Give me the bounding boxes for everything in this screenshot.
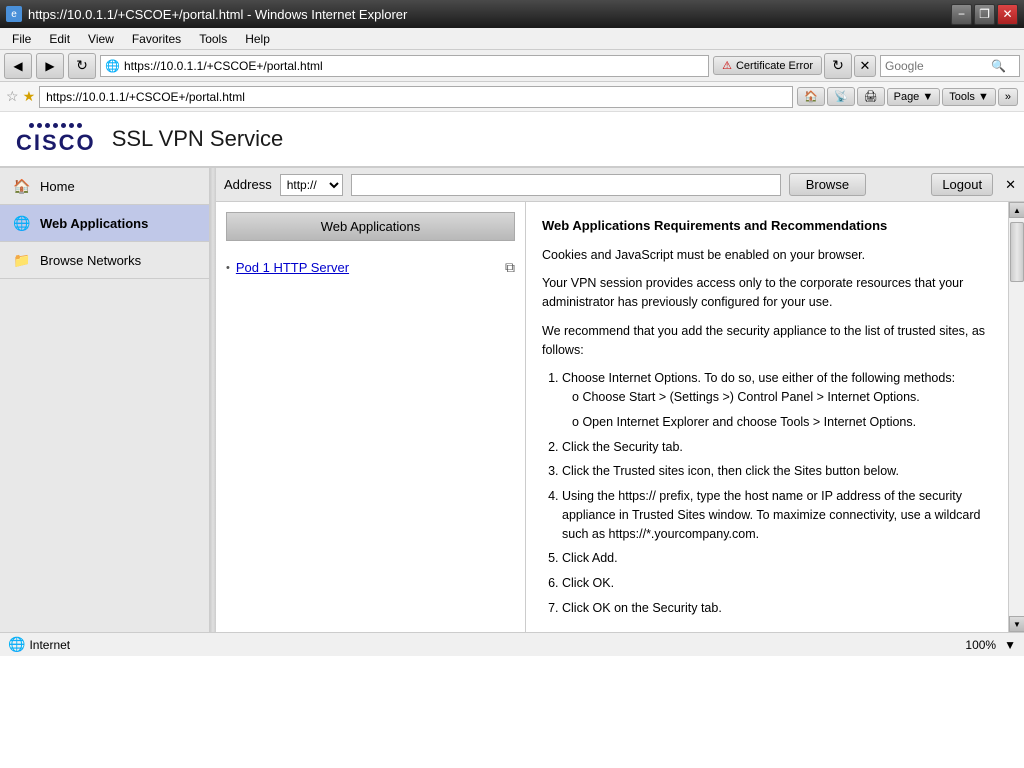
scroll-thumb[interactable] (1010, 222, 1024, 282)
fav-unstarred-icon[interactable]: ☆ (6, 88, 19, 105)
substep-1a: Choose Start > (Settings >) Control Pane… (572, 388, 992, 407)
back-button[interactable]: ◀ (4, 53, 32, 79)
toolbar-address-field (39, 86, 793, 108)
menu-file[interactable]: File (4, 30, 39, 48)
step-5: Click Add. (562, 549, 992, 568)
address-field: 🌐 (100, 55, 709, 77)
address-bar: ◀ ▶ ↻ 🌐 ⚠ Certificate Error ↻ ✕ 🔍 (0, 50, 1024, 82)
browse-networks-icon: 📁 (12, 250, 32, 270)
menu-bar: File Edit View Favorites Tools Help (0, 28, 1024, 50)
logout-close-icon[interactable]: ✕ (1005, 177, 1016, 193)
web-apps-header: Web Applications (226, 212, 515, 241)
title-bar: e https://10.0.1.1/+CSCOE+/portal.html -… (0, 0, 1024, 28)
cert-error-label: Certificate Error (736, 60, 813, 72)
cisco-header: CISCO SSL VPN Service (0, 112, 1024, 168)
scrollbar-area: ▲ ▼ (1008, 202, 1024, 632)
step-3: Click the Trusted sites icon, then click… (562, 462, 992, 481)
minimize-button[interactable]: − (951, 4, 972, 25)
sidebar-item-home[interactable]: 🏠 Home (0, 168, 209, 205)
cisco-logo-text: CISCO (16, 130, 96, 156)
step-4: Using the https:// prefix, type the host… (562, 487, 992, 543)
window-title: https://10.0.1.1/+CSCOE+/portal.html - W… (28, 7, 407, 22)
steps-list: Choose Internet Options. To do so, use e… (562, 369, 992, 617)
zoom-icon[interactable]: ▼ (1004, 638, 1016, 652)
print-toolbar-button[interactable]: 🖨 (857, 87, 885, 106)
search-field: 🔍 (880, 55, 1020, 77)
step-6: Click OK. (562, 574, 992, 593)
menu-view[interactable]: View (80, 30, 122, 48)
logout-button[interactable]: Logout (931, 173, 993, 196)
toolbar-row: ☆ ★ 🏠 📡 🖨 Page ▼ Tools ▼ » (0, 82, 1024, 112)
protocol-select[interactable]: http:// https:// (280, 174, 343, 196)
home-icon: 🏠 (12, 176, 32, 196)
expand-toolbar-button[interactable]: » (998, 88, 1018, 106)
fav-starred-icon[interactable]: ★ (23, 88, 36, 105)
menu-help[interactable]: Help (237, 30, 278, 48)
main-panel: Address http:// https:// Browse Logout ✕… (216, 168, 1024, 632)
zoom-label: 100% (965, 638, 996, 652)
browse-button[interactable]: Browse (789, 173, 866, 196)
menu-edit[interactable]: Edit (41, 30, 78, 48)
content-split: Web Applications • Pod 1 HTTP Server ⧉ W… (216, 202, 1024, 632)
stop-button[interactable]: ✕ (854, 55, 876, 77)
para-vpn: Your VPN session provides access only to… (542, 274, 992, 312)
content-url-input[interactable] (351, 174, 781, 196)
content-address-row: Address http:// https:// Browse Logout ✕ (216, 168, 1024, 202)
list-item: • Pod 1 HTTP Server ⧉ (226, 255, 515, 280)
step-7: Click OK on the Security tab. (562, 599, 992, 618)
para-cookies: Cookies and JavaScript must be enabled o… (542, 246, 992, 265)
menu-tools[interactable]: Tools (191, 30, 235, 48)
para-recommend: We recommend that you add the security a… (542, 322, 992, 360)
sidebar-home-label: Home (40, 179, 75, 194)
close-button[interactable]: ✕ (997, 4, 1018, 25)
search-input[interactable] (881, 59, 991, 73)
copy-icon[interactable]: ⧉ (505, 259, 515, 276)
toolbar-address-input[interactable] (46, 90, 786, 104)
sidebar: 🏠 Home 🌐 Web Applications 📁 Browse Netwo… (0, 168, 210, 632)
address-input[interactable] (124, 59, 704, 73)
web-apps-list: • Pod 1 HTTP Server ⧉ (216, 251, 525, 284)
sidebar-webapps-label: Web Applications (40, 216, 148, 231)
requirements-title: Web Applications Requirements and Recomm… (542, 216, 992, 236)
zone-icon: 🌐 (8, 636, 25, 653)
substeps-list: Choose Start > (Settings >) Control Pane… (572, 388, 992, 432)
address-label: Address (224, 177, 272, 192)
refresh-button[interactable]: ↻ (68, 53, 96, 79)
vertical-scrollbar[interactable]: ▲ ▼ (1009, 202, 1024, 632)
service-title: SSL VPN Service (112, 126, 284, 152)
scroll-down-arrow[interactable]: ▼ (1009, 616, 1024, 632)
web-apps-icon: 🌐 (12, 213, 32, 233)
cert-error-button[interactable]: ⚠ Certificate Error (713, 56, 822, 75)
zone-label: Internet (29, 638, 70, 652)
substep-1b: Open Internet Explorer and choose Tools … (572, 413, 992, 432)
forward-button[interactable]: ▶ (36, 53, 64, 79)
menu-favorites[interactable]: Favorites (124, 30, 189, 48)
step-2: Click the Security tab. (562, 438, 992, 457)
sidebar-item-browse-networks[interactable]: 📁 Browse Networks (0, 242, 209, 279)
pod1-http-link[interactable]: Pod 1 HTTP Server (236, 260, 349, 275)
left-panel: Web Applications • Pod 1 HTTP Server ⧉ (216, 202, 526, 632)
home-toolbar-button[interactable]: 🏠 (797, 87, 825, 106)
cisco-logo: CISCO (16, 123, 96, 156)
browser-icon: e (6, 6, 22, 22)
page-toolbar-button[interactable]: Page ▼ (887, 88, 941, 106)
feeds-toolbar-button[interactable]: 📡 (827, 87, 855, 106)
sidebar-item-web-applications[interactable]: 🌐 Web Applications (0, 205, 209, 242)
right-panel: Web Applications Requirements and Recomm… (526, 202, 1008, 632)
restore-button[interactable]: ❐ (974, 4, 995, 25)
sidebar-browse-label: Browse Networks (40, 253, 141, 268)
refresh-addr-button[interactable]: ↻ (824, 53, 852, 79)
status-bar: 🌐 Internet 100% ▼ (0, 632, 1024, 656)
tools-toolbar-button[interactable]: Tools ▼ (942, 88, 996, 106)
scroll-up-arrow[interactable]: ▲ (1009, 202, 1024, 218)
search-icon[interactable]: 🔍 (991, 59, 1006, 73)
step-1: Choose Internet Options. To do so, use e… (562, 369, 992, 431)
